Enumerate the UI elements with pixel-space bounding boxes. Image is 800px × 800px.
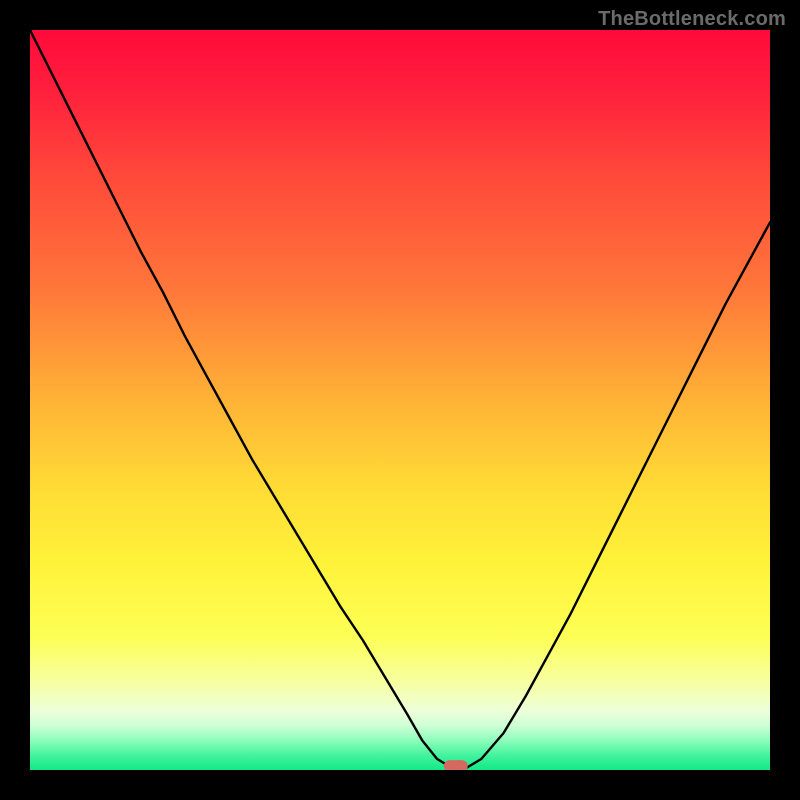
chart-frame: TheBottleneck.com: [0, 0, 800, 800]
minimum-marker: [443, 761, 467, 770]
plot-area: [30, 30, 770, 770]
watermark-text: TheBottleneck.com: [598, 8, 786, 31]
bottleneck-curve: [30, 30, 770, 768]
curve-layer: [30, 30, 770, 770]
